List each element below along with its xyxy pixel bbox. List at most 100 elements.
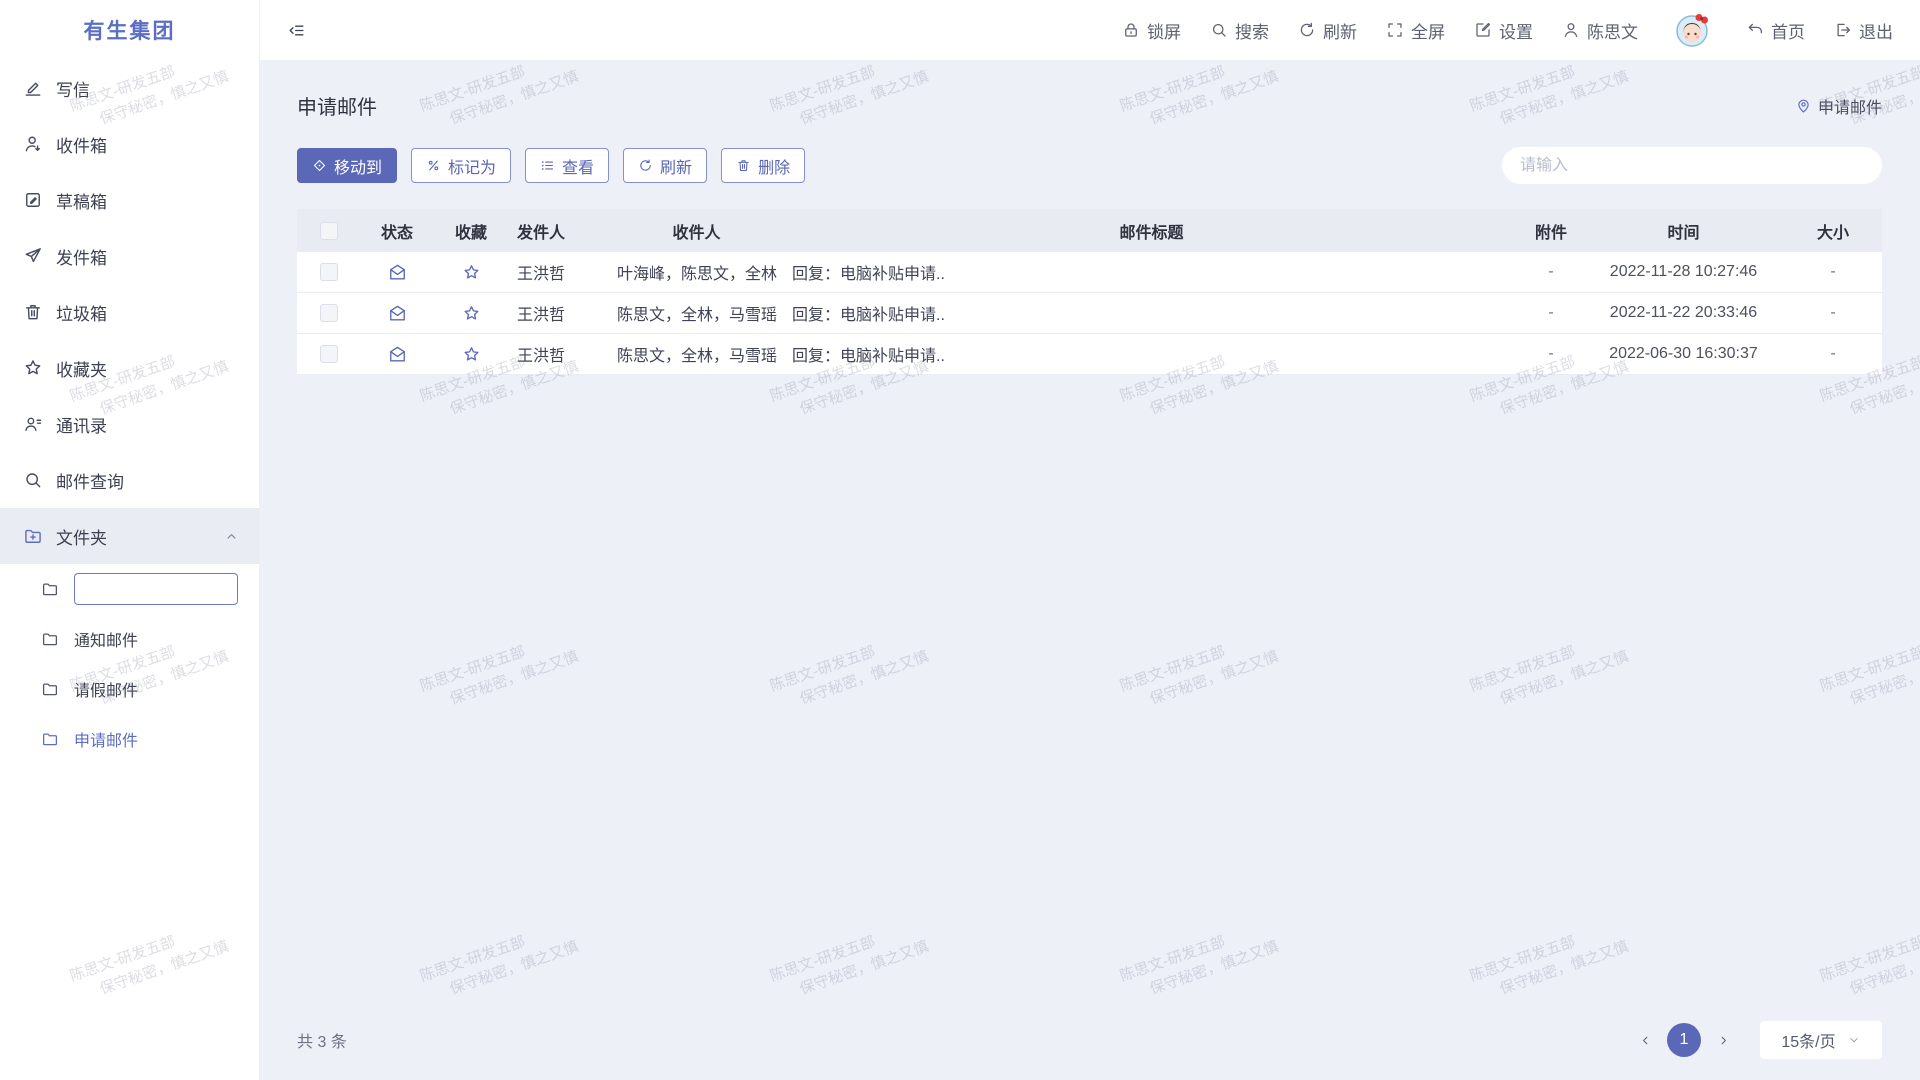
view-button[interactable]: 查看 <box>525 148 609 183</box>
refresh-button[interactable]: 刷新 <box>1298 18 1357 43</box>
mark-icon <box>426 158 441 173</box>
cell-recipients: 陈思文，全林，马雪瑶 <box>609 342 784 366</box>
content-area: 申请邮件 申请邮件 移动到 标记为 查看 <box>260 60 1920 1080</box>
app-window: 有生集团 写信 收件箱 草稿箱 发件箱 垃圾箱 收藏夹 通讯录 <box>0 0 1920 1080</box>
refresh-icon <box>1298 21 1316 39</box>
topbar-label: 设置 <box>1499 18 1533 43</box>
envelope-status-icon[interactable] <box>388 304 407 323</box>
cell-subject: 回复：电脑补贴申请.. <box>784 260 1519 284</box>
cell-subject: 回复：电脑补贴申请.. <box>784 301 1519 325</box>
sidebar-item-mail-search[interactable]: 邮件查询 <box>0 452 259 508</box>
cell-time: 2022-11-22 20:33:46 <box>1583 304 1784 322</box>
current-user-button[interactable]: 陈思文 <box>1562 18 1638 43</box>
cell-recipients: 叶海峰，陈思文，全林 <box>609 260 784 284</box>
sidebar-item-label: 文件夹 <box>56 524 107 549</box>
button-label: 刷新 <box>660 154 692 178</box>
view-icon <box>540 158 555 173</box>
fullscreen-icon <box>1386 21 1404 39</box>
sidebar-item-drafts[interactable]: 草稿箱 <box>0 172 259 228</box>
topbar-label: 刷新 <box>1323 18 1357 43</box>
topbar-label: 陈思文 <box>1587 18 1638 43</box>
column-header-size: 大小 <box>1784 219 1882 243</box>
favorite-star-icon[interactable] <box>462 263 481 282</box>
button-label: 删除 <box>758 154 790 178</box>
chevron-down-icon <box>1847 1033 1861 1047</box>
cell-attachment: - <box>1519 304 1583 322</box>
collapse-sidebar-icon[interactable] <box>287 21 306 40</box>
favorite-star-icon[interactable] <box>462 304 481 323</box>
cell-time: 2022-11-28 10:27:46 <box>1583 263 1784 281</box>
next-page-icon[interactable] <box>1710 1027 1736 1053</box>
sidebar-item-label: 草稿箱 <box>56 188 107 213</box>
button-label: 查看 <box>562 154 594 178</box>
trash-icon <box>23 302 43 322</box>
lock-icon <box>1122 21 1140 39</box>
cell-attachment: - <box>1519 263 1583 281</box>
sidebar-item-compose[interactable]: 写信 <box>0 60 259 116</box>
select-all-checkbox[interactable] <box>320 222 338 240</box>
refresh-list-button[interactable]: 刷新 <box>623 148 707 183</box>
folder-item-leave[interactable]: 请假邮件 <box>0 664 259 714</box>
page-title: 申请邮件 <box>297 91 377 120</box>
topbar-label: 首页 <box>1771 18 1805 43</box>
page-number[interactable]: 1 <box>1667 1023 1701 1057</box>
envelope-status-icon[interactable] <box>388 345 407 364</box>
cell-time: 2022-06-30 16:30:37 <box>1583 345 1784 363</box>
column-header-sender: 发件人 <box>509 219 609 243</box>
send-icon <box>23 246 43 266</box>
folder-item-label: 申请邮件 <box>74 727 138 751</box>
column-header-time: 时间 <box>1583 219 1784 243</box>
envelope-status-icon[interactable] <box>388 263 407 282</box>
sidebar-item-inbox[interactable]: 收件箱 <box>0 116 259 172</box>
topbar-label: 退出 <box>1859 18 1893 43</box>
star-icon <box>23 358 43 378</box>
button-label: 移动到 <box>334 154 382 178</box>
pagination: 1 15条/页 <box>1632 1021 1882 1059</box>
user-avatar[interactable] <box>1672 10 1712 50</box>
folder-item-label: 请假邮件 <box>74 677 138 701</box>
folder-item-application[interactable]: 申请邮件 <box>0 714 259 764</box>
sidebar-item-sent[interactable]: 发件箱 <box>0 228 259 284</box>
row-checkbox[interactable] <box>320 345 338 363</box>
sidebar-item-folders[interactable]: 文件夹 <box>0 508 259 564</box>
new-folder-input[interactable] <box>74 573 238 605</box>
folder-icon <box>41 730 59 748</box>
sidebar-item-contacts[interactable]: 通讯录 <box>0 396 259 452</box>
sidebar-item-label: 通讯录 <box>56 412 107 437</box>
prev-page-icon[interactable] <box>1632 1027 1658 1053</box>
folder-item-label: 通知邮件 <box>74 627 138 651</box>
mail-table: 状态 收藏 发件人 收件人 邮件标题 附件 时间 大小 王洪哲 叶海峰，陈思文，… <box>297 209 1882 375</box>
row-checkbox[interactable] <box>320 263 338 281</box>
sidebar-item-trash[interactable]: 垃圾箱 <box>0 284 259 340</box>
folder-icon <box>41 580 59 598</box>
move-to-button[interactable]: 移动到 <box>297 148 397 183</box>
logout-button[interactable]: 退出 <box>1834 18 1893 43</box>
delete-button[interactable]: 删除 <box>721 148 805 183</box>
search-icon <box>23 470 43 490</box>
table-row[interactable]: 王洪哲 叶海峰，陈思文，全林 回复：电脑补贴申请.. - 2022-11-28 … <box>297 252 1882 293</box>
empty-space <box>297 375 1882 1000</box>
column-header-favorite: 收藏 <box>433 219 509 243</box>
breadcrumb-label: 申请邮件 <box>1818 94 1882 118</box>
cell-subject: 回复：电脑补贴申请.. <box>784 342 1519 366</box>
lock-screen-button[interactable]: 锁屏 <box>1122 18 1181 43</box>
fullscreen-button[interactable]: 全屏 <box>1386 18 1445 43</box>
chevron-up-icon <box>224 529 239 544</box>
home-button[interactable]: 首页 <box>1746 18 1805 43</box>
sidebar-item-label: 收件箱 <box>56 132 107 157</box>
settings-button[interactable]: 设置 <box>1474 18 1533 43</box>
sidebar-item-favorites[interactable]: 收藏夹 <box>0 340 259 396</box>
folder-item-notice[interactable]: 通知邮件 <box>0 614 259 664</box>
table-row[interactable]: 王洪哲 陈思文，全林，马雪瑶 回复：电脑补贴申请.. - 2022-11-22 … <box>297 293 1882 334</box>
row-checkbox[interactable] <box>320 304 338 322</box>
mark-as-button[interactable]: 标记为 <box>411 148 511 183</box>
search-button[interactable]: 搜索 <box>1210 18 1269 43</box>
favorite-star-icon[interactable] <box>462 345 481 364</box>
sidebar-item-label: 收藏夹 <box>56 356 107 381</box>
cell-size: - <box>1784 263 1882 281</box>
logout-icon <box>1834 21 1852 39</box>
search-input[interactable] <box>1502 147 1882 184</box>
table-row[interactable]: 王洪哲 陈思文，全林，马雪瑶 回复：电脑补贴申请.. - 2022-06-30 … <box>297 334 1882 375</box>
page-size-select[interactable]: 15条/页 <box>1760 1021 1882 1059</box>
draft-icon <box>23 190 43 210</box>
